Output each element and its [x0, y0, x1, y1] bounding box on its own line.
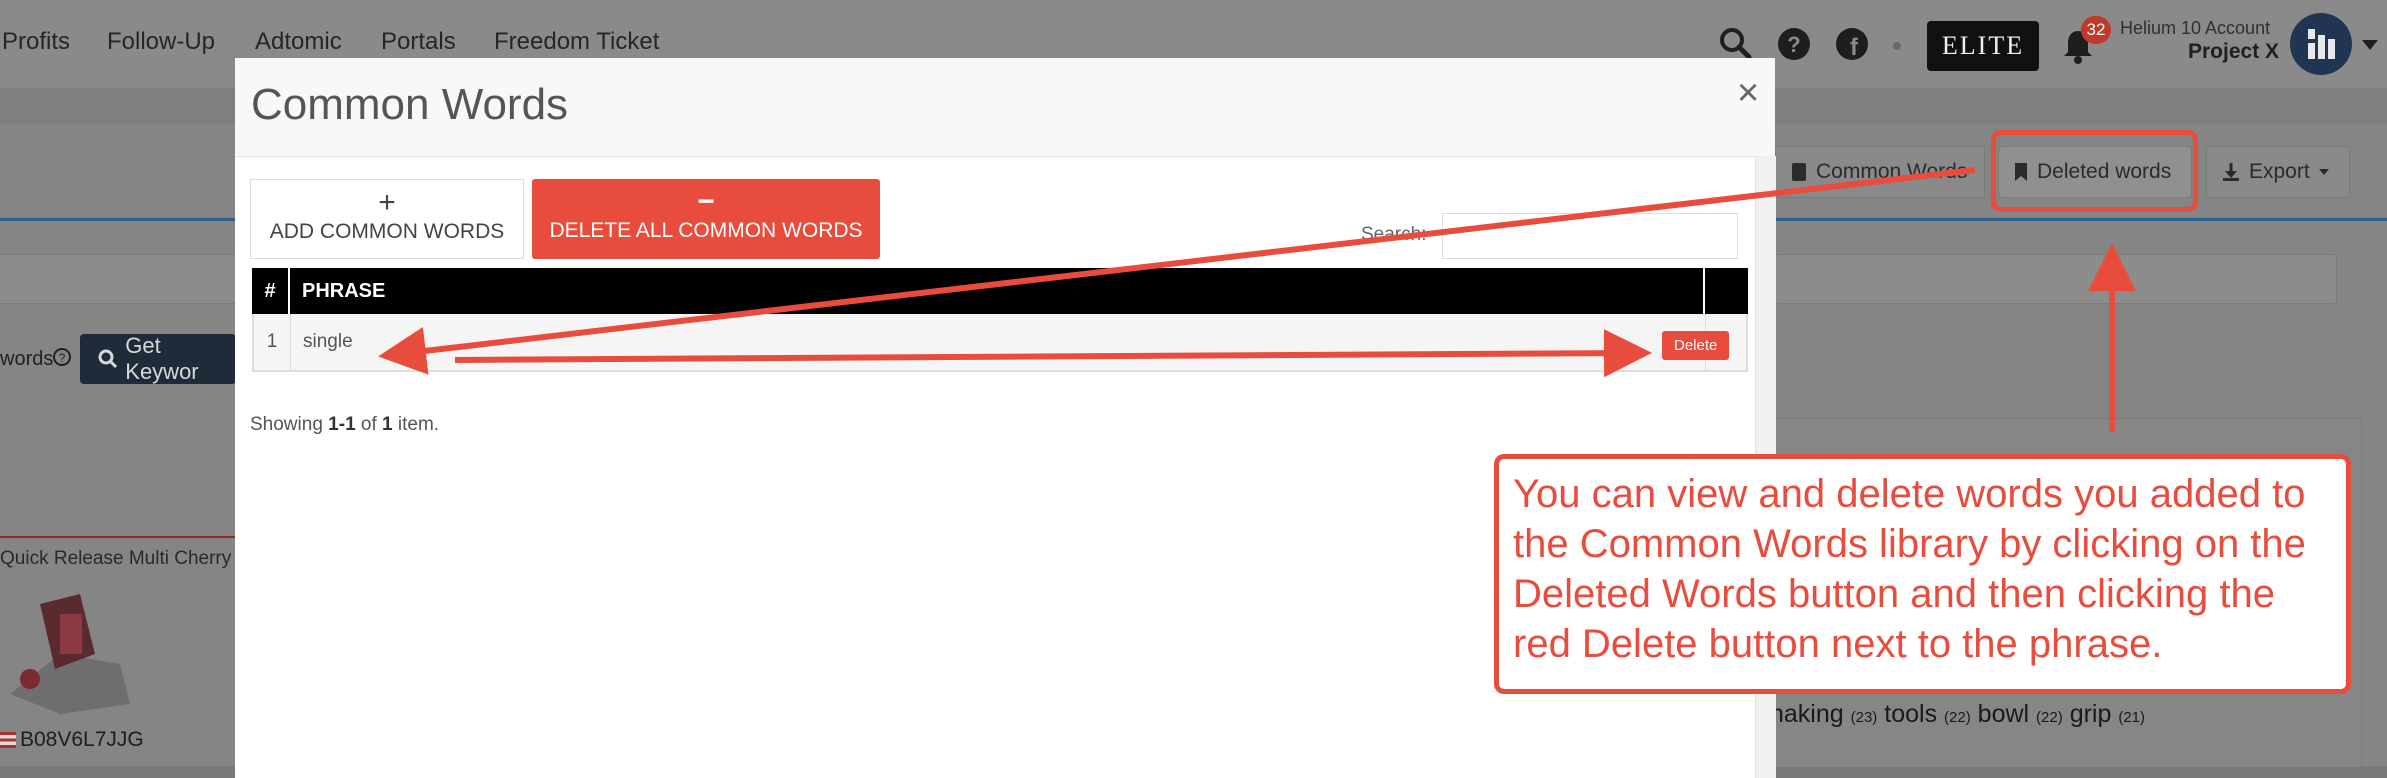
arrow-phrase-to-delete: [454, 329, 1652, 378]
arrow-to-phrase: [378, 167, 1976, 375]
annotation-callout: You can view and delete words you added …: [1494, 454, 2351, 694]
